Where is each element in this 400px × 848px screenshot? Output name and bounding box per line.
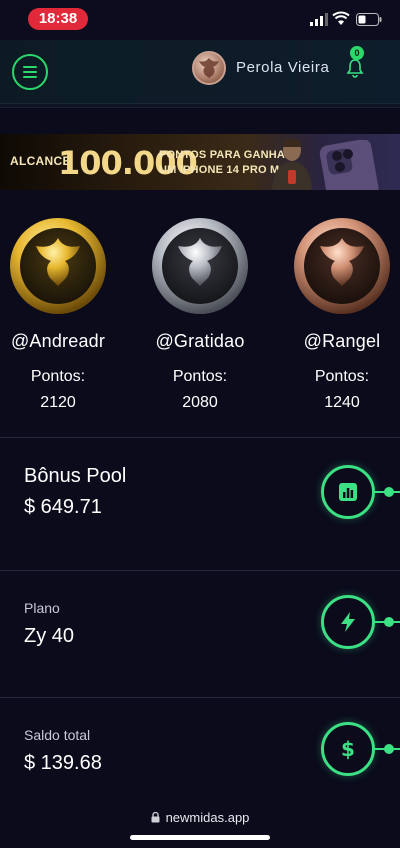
bonus-pool-card[interactable]: Bônus Pool $ 649.71 [0, 438, 400, 570]
chart-icon [339, 483, 357, 501]
plan-icon-button[interactable] [321, 595, 375, 649]
hamburger-icon [23, 66, 37, 78]
rank-user: @Andreadr [10, 331, 106, 351]
balance-card[interactable]: Saldo total $ 139.68 $ [0, 698, 400, 798]
rank-points-label: Pontos: [314, 368, 370, 385]
svg-text:$: $ [341, 737, 355, 761]
avatar[interactable] [192, 51, 226, 85]
connector-dot [384, 617, 394, 627]
bronze-medal-icon [294, 218, 390, 314]
rank-points: 2120 [40, 394, 76, 411]
bonus-pool-title: Bônus Pool [24, 465, 127, 487]
url-row[interactable]: newmidas.app [0, 810, 400, 825]
dollar-icon: $ [341, 737, 355, 761]
menu-button[interactable] [12, 54, 48, 90]
signal-icon [310, 13, 328, 26]
silver-medal-icon [152, 218, 248, 314]
browser-url-bar[interactable]: newmidas.app [0, 798, 400, 848]
phone-image [319, 140, 379, 190]
rank-second[interactable]: @Gratidao Pontos: 2080 [140, 216, 260, 412]
gold-medal-icon [10, 218, 106, 314]
notification-badge: 0 [350, 46, 364, 60]
rank-points-label: Pontos: [30, 368, 86, 385]
man-image [272, 138, 312, 190]
lightning-icon [341, 612, 355, 632]
bell-icon[interactable] [345, 58, 365, 78]
user-name[interactable]: Perola Vieira [236, 59, 329, 76]
battery-icon [356, 13, 382, 26]
connector-dot [384, 487, 394, 497]
lock-icon [151, 811, 160, 823]
status-bar: 18:38 [0, 0, 400, 40]
status-time: 18:38 [28, 8, 88, 30]
bonus-pool-icon-button[interactable] [321, 465, 375, 519]
url-text: newmidas.app [165, 810, 250, 825]
phoenix-avatar-icon [199, 58, 219, 78]
promo-banner[interactable]: ALCANCE 100.000 PONTOS PARA GANHAR UM IP… [0, 134, 400, 190]
rank-user: @Rangel [303, 331, 381, 351]
balance-icon-button[interactable]: $ [321, 722, 375, 776]
wifi-icon [332, 11, 350, 25]
plan-label: Plano [24, 600, 60, 616]
rank-points: 1240 [324, 394, 360, 411]
connector-dot [384, 744, 394, 754]
balance-label: Saldo total [24, 727, 91, 743]
bonus-pool-value: $ 649.71 [24, 496, 102, 518]
balance-value: $ 139.68 [24, 752, 102, 774]
rank-user: @Gratidao [155, 331, 245, 351]
plan-value: Zy 40 [24, 625, 75, 647]
rank-points-label: Pontos: [172, 368, 228, 385]
home-indicator [130, 835, 270, 840]
rank-third[interactable]: @Rangel Pontos: 1240 [282, 216, 400, 412]
plan-card[interactable]: Plano Zy 40 [0, 571, 400, 697]
app-header: Perola Vieira 0 [0, 40, 400, 104]
rank-points: 2080 [182, 394, 218, 411]
rank-first[interactable]: @Andreadr Pontos: 2120 [0, 216, 118, 412]
header-divider [0, 104, 400, 108]
